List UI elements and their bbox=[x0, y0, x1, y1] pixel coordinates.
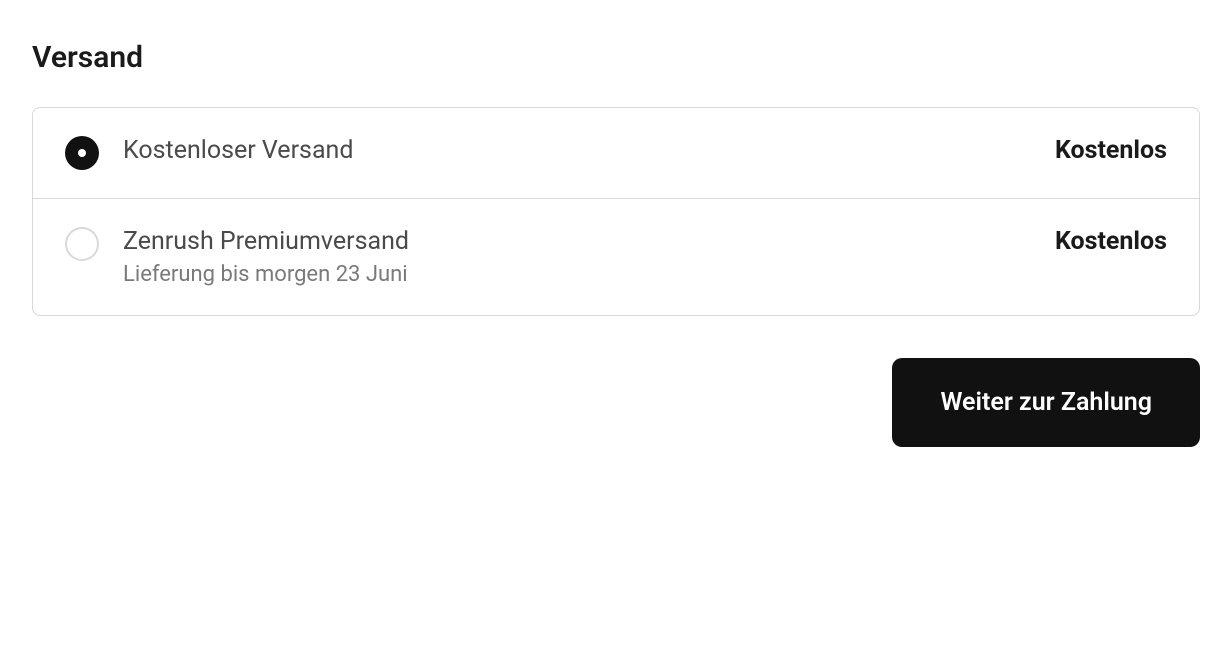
shipping-option-free[interactable]: Kostenloser Versand Kostenlos bbox=[33, 108, 1199, 198]
shipping-options-group: Kostenloser Versand Kostenlos Zenrush Pr… bbox=[32, 107, 1200, 316]
shipping-option-price: Kostenlos bbox=[1055, 136, 1167, 165]
shipping-option-label: Zenrush Premiumversand bbox=[123, 227, 409, 256]
shipping-option-text: Kostenloser Versand bbox=[123, 136, 353, 165]
radio-unselected-icon[interactable] bbox=[65, 227, 99, 261]
shipping-option-subtext: Lieferung bis morgen 23 Juni bbox=[123, 262, 409, 287]
shipping-option-body: Zenrush Premiumversand Lieferung bis mor… bbox=[123, 227, 1167, 287]
continue-to-payment-button[interactable]: Weiter zur Zahlung bbox=[892, 358, 1200, 447]
shipping-option-price: Kostenlos bbox=[1055, 227, 1167, 256]
shipping-option-text: Zenrush Premiumversand Lieferung bis mor… bbox=[123, 227, 409, 287]
radio-selected-icon[interactable] bbox=[65, 136, 99, 170]
section-title: Versand bbox=[32, 40, 1200, 75]
shipping-option-body: Kostenloser Versand Kostenlos bbox=[123, 136, 1167, 165]
actions-row: Weiter zur Zahlung bbox=[32, 358, 1200, 447]
shipping-option-label: Kostenloser Versand bbox=[123, 136, 353, 165]
shipping-option-premium[interactable]: Zenrush Premiumversand Lieferung bis mor… bbox=[33, 198, 1199, 315]
